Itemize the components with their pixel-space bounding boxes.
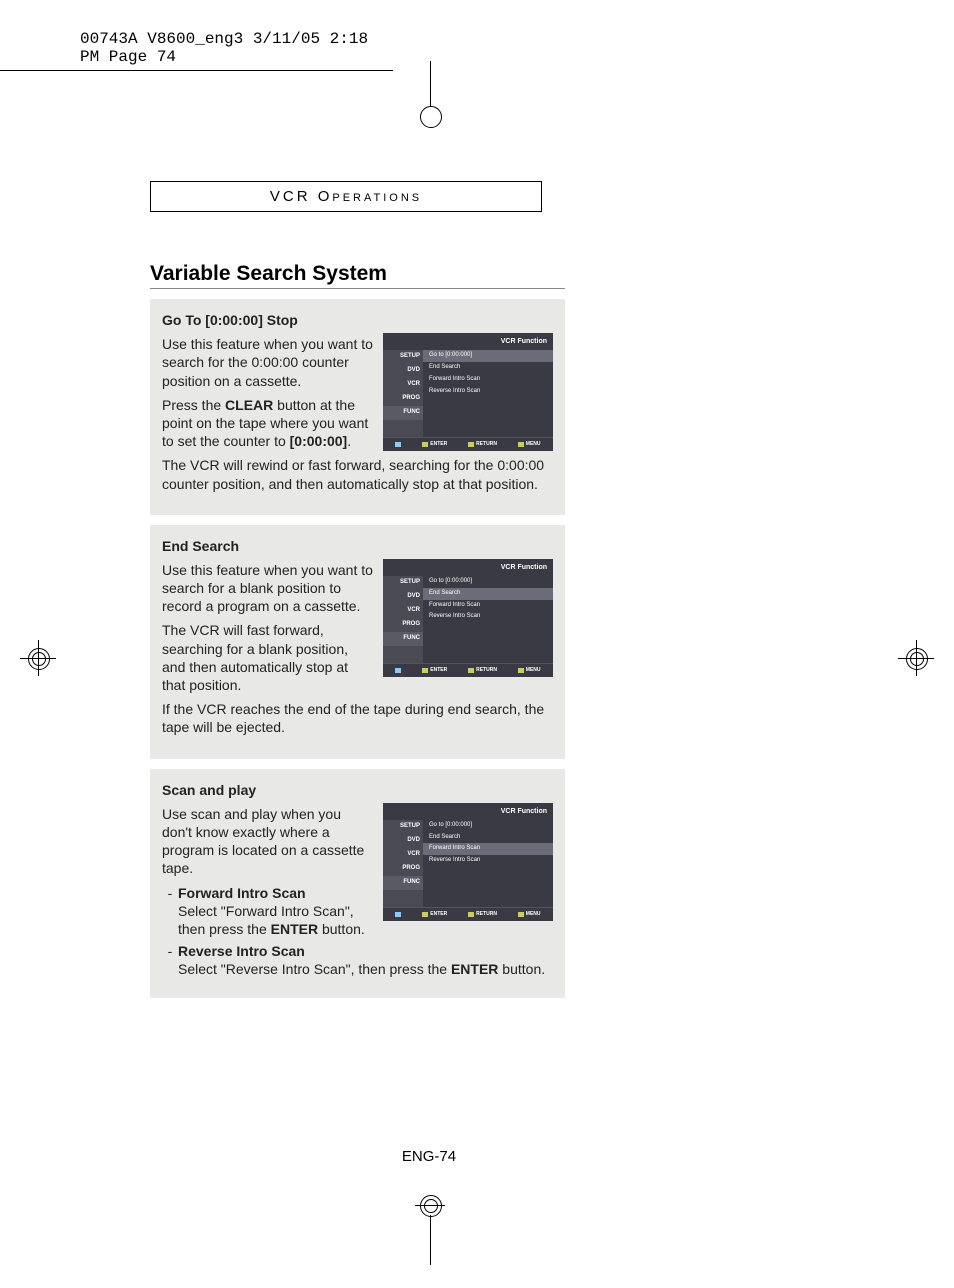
osd-side-icon — [397, 851, 405, 859]
osd-menu-item: Go to [0:00:000] — [423, 820, 553, 832]
osd-footer: ENTER RETURN MENU — [383, 663, 553, 677]
osd-side-item: FUNC — [383, 876, 423, 890]
section-header: VCR Operations — [150, 181, 542, 212]
osd-menu-item: End Search — [423, 362, 553, 374]
osd-title: VCR Function — [383, 803, 553, 820]
crop-mark-bottom — [0, 1185, 954, 1265]
osd-sidebar: SETUPDVDVCRPROGFUNC — [383, 576, 423, 663]
osd-side-icon — [397, 367, 405, 375]
osd-side-item: VCR — [383, 378, 423, 392]
section-heading: Scan and play — [162, 781, 553, 799]
osd-footer-btn: ENTER — [422, 911, 447, 918]
osd-sidebar: SETUPDVDVCRPROGFUNC — [383, 820, 423, 907]
section-block: Scan and play VCR Function SETUPDVDVCRPR… — [150, 769, 565, 999]
osd-menu-item: Go to [0:00:000] — [423, 350, 553, 362]
osd-footer-btn: MENU — [518, 441, 541, 448]
osd-nav-icon — [395, 668, 401, 673]
list-item-body: Select "Forward Intro Scan", then press … — [178, 903, 365, 937]
osd-screenshot: VCR Function SETUPDVDVCRPROGFUNC Go to [… — [383, 333, 553, 451]
osd-footer: ENTER RETURN MENU — [383, 437, 553, 451]
osd-footer-btn: RETURN — [468, 441, 497, 448]
list-item: - Reverse Intro Scan Select "Reverse Intr… — [162, 942, 553, 978]
osd-menu-item: Forward Intro Scan — [423, 374, 553, 386]
osd-side-icon — [393, 635, 401, 643]
osd-footer-btn: MENU — [518, 911, 541, 918]
osd-menu-item: Forward Intro Scan — [423, 843, 553, 855]
osd-side-item: PROG — [383, 618, 423, 632]
osd-side-item: VCR — [383, 604, 423, 618]
osd-side-item: PROG — [383, 392, 423, 406]
dash: - — [162, 884, 178, 939]
section-block: Go To [0:00:00] Stop VCR Function SETUPD… — [150, 299, 565, 515]
osd-side-icon — [393, 879, 401, 887]
osd-main: Go to [0:00:000]End SearchForward Intro … — [423, 820, 553, 907]
osd-side-icon — [393, 409, 401, 417]
osd-footer-btn: ENTER — [422, 441, 447, 448]
list-item-title: Forward Intro Scan — [178, 885, 306, 901]
osd-title: VCR Function — [383, 559, 553, 576]
osd-side-item: FUNC — [383, 632, 423, 646]
osd-side-icon — [392, 621, 400, 629]
osd-side-icon — [397, 593, 405, 601]
osd-menu-item: Go to [0:00:000] — [423, 576, 553, 588]
osd-side-item: DVD — [383, 364, 423, 378]
dash: - — [162, 942, 178, 978]
print-header: 00743A V8600_eng3 3/11/05 2:18 PM Page 7… — [0, 0, 393, 71]
osd-screenshot: VCR Function SETUPDVDVCRPROGFUNC Go to [… — [383, 803, 553, 921]
osd-main: Go to [0:00:000]End SearchForward Intro … — [423, 576, 553, 663]
body-text: If the VCR reaches the end of the tape d… — [162, 700, 553, 736]
body-text: The VCR will rewind or fast forward, sea… — [162, 456, 553, 492]
section-header-prefix: VCR — [270, 188, 318, 205]
section-header-word: Operations — [318, 188, 422, 205]
list-item: - Forward Intro Scan Select "Forward Intr… — [162, 884, 373, 939]
osd-footer-btn: RETURN — [468, 911, 497, 918]
osd-side-item: SETUP — [383, 820, 423, 834]
osd-side-icon — [390, 823, 398, 831]
osd-screenshot: VCR Function SETUPDVDVCRPROGFUNC Go to [… — [383, 559, 553, 677]
osd-side-icon — [390, 579, 398, 587]
osd-side-icon — [390, 353, 398, 361]
page-number: ENG-74 — [0, 1148, 708, 1165]
osd-menu-item: Reverse Intro Scan — [423, 611, 553, 623]
osd-main: Go to [0:00:000]End SearchForward Intro … — [423, 350, 553, 437]
osd-side-item: SETUP — [383, 350, 423, 364]
page-title: Variable Search System — [150, 262, 565, 289]
osd-footer: ENTER RETURN MENU — [383, 907, 553, 921]
osd-side-item: DVD — [383, 834, 423, 848]
section-heading: Go To [0:00:00] Stop — [162, 311, 553, 329]
section-block: End Search VCR Function SETUPDVDVCRPROGF… — [150, 525, 565, 759]
osd-side-item: PROG — [383, 862, 423, 876]
crop-mark-top — [0, 71, 954, 131]
osd-nav-icon — [395, 912, 401, 917]
osd-menu-item: Reverse Intro Scan — [423, 855, 553, 867]
list-item-body: Select "Reverse Intro Scan", then press … — [178, 961, 545, 977]
osd-side-item: VCR — [383, 848, 423, 862]
osd-side-icon — [397, 607, 405, 615]
osd-footer-btn: ENTER — [422, 667, 447, 674]
registration-mark-left — [20, 640, 56, 676]
osd-menu-item: Forward Intro Scan — [423, 600, 553, 612]
osd-side-icon — [397, 837, 405, 845]
osd-side-icon — [392, 865, 400, 873]
osd-sidebar: SETUPDVDVCRPROGFUNC — [383, 350, 423, 437]
osd-nav-icon — [395, 442, 401, 447]
osd-side-icon — [397, 381, 405, 389]
osd-menu-item: End Search — [423, 832, 553, 844]
osd-side-icon — [392, 395, 400, 403]
osd-side-item: DVD — [383, 590, 423, 604]
registration-mark-right — [898, 640, 934, 676]
osd-side-item: FUNC — [383, 406, 423, 420]
osd-title: VCR Function — [383, 333, 553, 350]
section-heading: End Search — [162, 537, 553, 555]
osd-menu-item: Reverse Intro Scan — [423, 386, 553, 398]
osd-footer-btn: RETURN — [468, 667, 497, 674]
osd-footer-btn: MENU — [518, 667, 541, 674]
osd-menu-item: End Search — [423, 588, 553, 600]
list-item-title: Reverse Intro Scan — [178, 943, 305, 959]
osd-side-item: SETUP — [383, 576, 423, 590]
